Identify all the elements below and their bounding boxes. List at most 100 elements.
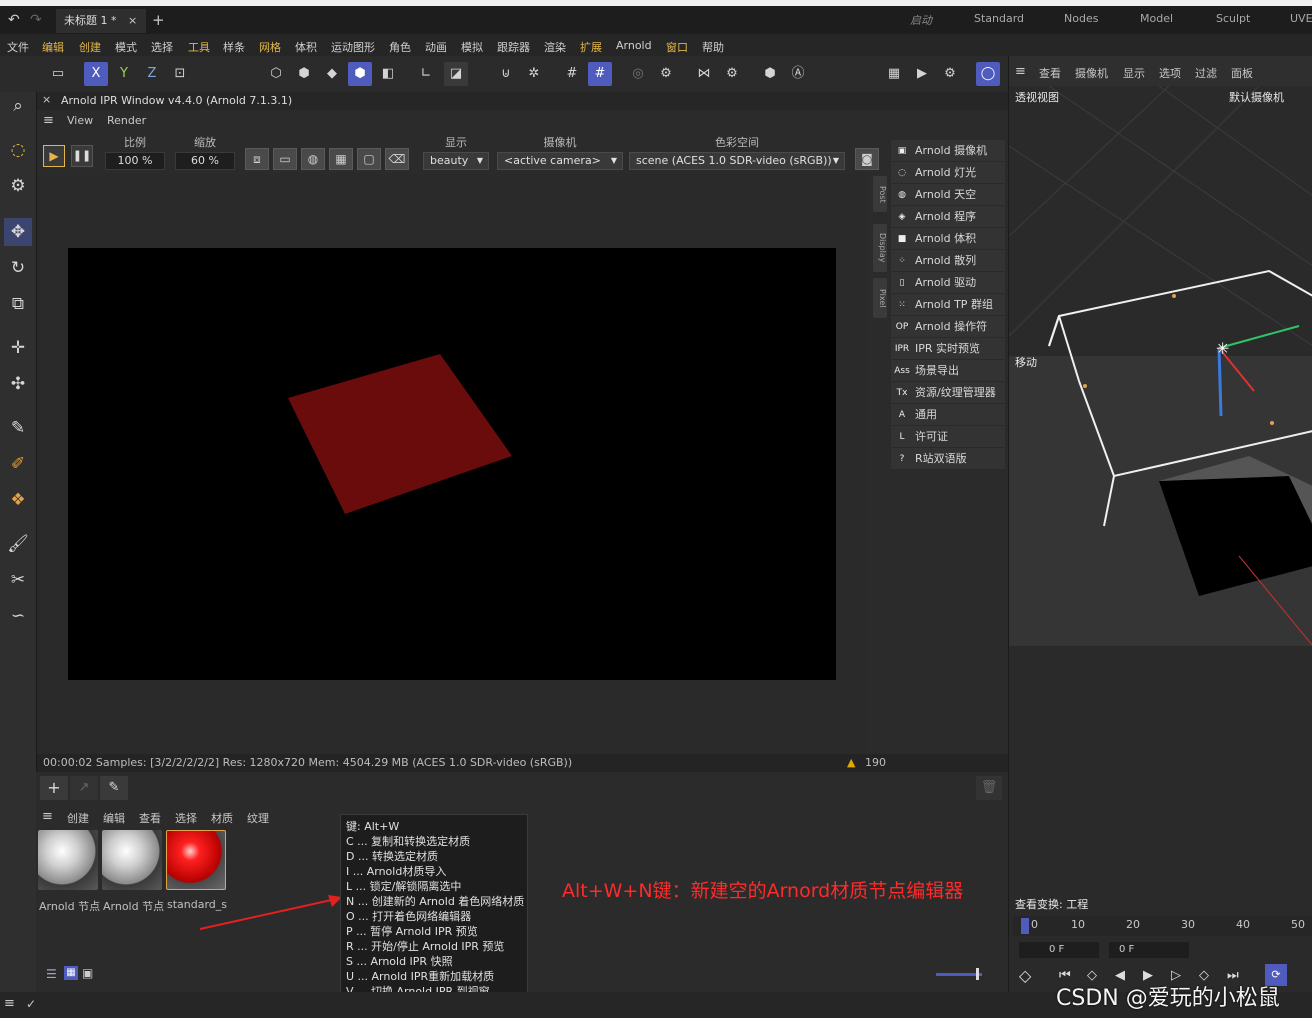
fit-view-icon[interactable]: ▭ — [273, 148, 297, 170]
edges-mode-icon[interactable]: ⬢ — [292, 62, 316, 86]
close-ipr-icon[interactable]: × — [42, 93, 51, 106]
popup-item[interactable]: C ... 复制和转换选定材质 — [346, 833, 470, 849]
arnold-menu-item[interactable]: ▣ Arnold 摄像机 — [891, 140, 1005, 162]
add-icon[interactable]: + — [40, 776, 68, 800]
frame-view-icon[interactable]: ▢ — [357, 148, 381, 170]
menu-edit[interactable]: 编辑 — [42, 39, 64, 55]
uv-mode-icon[interactable]: ◧ — [376, 62, 400, 86]
coordinate-system-icon[interactable]: ⊡ — [168, 62, 192, 86]
popup-item[interactable]: O ... 打开着色网络编辑器 — [346, 908, 471, 924]
y-axis-button[interactable]: Y — [112, 62, 136, 86]
axis-mode-icon[interactable]: ∟ — [414, 62, 438, 86]
render-settings-icon[interactable]: ⚙ — [654, 62, 678, 86]
render-view-icon[interactable]: ▦ — [882, 62, 906, 86]
display-dropdown[interactable]: beauty ▼ — [423, 152, 489, 170]
render-settings-clap-icon[interactable]: ⚙ — [938, 62, 962, 86]
search-icon[interactable]: ⌕ — [4, 92, 32, 120]
grid-view-icon[interactable]: ▦ — [329, 148, 353, 170]
timeline-playhead[interactable] — [1021, 918, 1029, 934]
mat-menu-material[interactable]: 材质 — [211, 810, 233, 826]
frame-field-b[interactable]: 0 F — [1109, 942, 1189, 958]
crop-region-icon[interactable]: ⧈ — [245, 148, 269, 170]
workplane-snap-icon[interactable]: # — [588, 62, 612, 86]
mat-menu-create[interactable]: 创建 — [67, 810, 89, 826]
arnold-menu-item[interactable]: OP Arnold 操作符 — [891, 316, 1005, 338]
move-gear-icon[interactable]: ⚙ — [4, 172, 32, 200]
menu-animate[interactable]: 动画 — [425, 39, 447, 55]
eyedropper-icon[interactable]: ✎ — [100, 776, 128, 800]
arnold-menu-item[interactable]: ▯ Arnold 驱动 — [891, 272, 1005, 294]
popup-item[interactable]: R ... 开始/停止 Arnold IPR 预览 — [346, 938, 504, 954]
menu-character[interactable]: 角色 — [389, 39, 411, 55]
arnold-menu-item[interactable]: Ass 场景导出 — [891, 360, 1005, 382]
menu-render[interactable]: 渲染 — [544, 39, 566, 55]
arrow-icon[interactable]: ↗ — [70, 776, 98, 800]
magnet-icon[interactable]: ⊍ — [494, 62, 518, 86]
points-mode-icon[interactable]: ⬡ — [264, 62, 288, 86]
ipr-menu-render[interactable]: Render — [107, 114, 146, 127]
scale-tool-icon[interactable]: ⧉ — [4, 290, 32, 318]
arnold-menu-item[interactable]: ⁙ Arnold TP 群组 — [891, 294, 1005, 316]
material-swatch-2[interactable] — [102, 830, 162, 890]
menu-volume[interactable]: 体积 — [295, 39, 317, 55]
arnold-a-icon[interactable]: Ⓐ — [786, 62, 810, 86]
popup-item[interactable]: P ... 暂停 Arnold IPR 预览 — [346, 923, 478, 939]
frame-field-a[interactable]: 0 F — [1019, 942, 1099, 958]
document-tab[interactable]: 未标题 1 * × — [56, 9, 146, 33]
popup-item[interactable]: S ... Arnold IPR 快照 — [346, 953, 453, 969]
mat-menu-edit[interactable]: 编辑 — [103, 810, 125, 826]
arnold-menu-item[interactable]: A 通用 — [891, 404, 1005, 426]
camera-name[interactable]: 默认摄像机 — [1229, 89, 1284, 105]
spline-pen-icon[interactable]: ✎ — [4, 414, 32, 442]
new-tab-icon[interactable]: + — [152, 11, 165, 29]
menu-arnold[interactable]: Arnold — [616, 39, 652, 52]
timeline-ruler[interactable]: 0 10 20 30 40 50 — [1013, 916, 1312, 936]
popup-item[interactable]: L ... 锁定/解锁隔离选中 — [346, 878, 461, 894]
side-tab-display[interactable]: Display — [873, 224, 887, 272]
popup-item[interactable]: I ... Arnold材质导入 — [346, 863, 446, 879]
vp-menu-filter[interactable]: 过滤 — [1195, 65, 1217, 81]
menu-tracker[interactable]: 跟踪器 — [497, 39, 530, 55]
colorspace-dropdown[interactable]: scene (ACES 1.0 SDR-video (sRGB)) ▼ — [629, 152, 845, 170]
arnold-menu-item[interactable]: ⁘ Arnold 散列 — [891, 250, 1005, 272]
menu-help[interactable]: 帮助 — [702, 39, 724, 55]
menu-tools[interactable]: 工具 — [188, 39, 210, 55]
material-swatch-3[interactable] — [166, 830, 226, 890]
vp-menu-display[interactable]: 显示 — [1123, 65, 1145, 81]
menu-window[interactable]: 窗口 — [666, 39, 688, 55]
vp-menu-camera[interactable]: 摄像机 — [1075, 65, 1108, 81]
arnold-menu-item[interactable]: ? R站双语版 — [891, 448, 1005, 470]
move-tool-icon[interactable]: ✥ — [4, 218, 32, 246]
hamburger-icon[interactable]: ≡ — [1015, 64, 1026, 79]
menu-select[interactable]: 选择 — [151, 39, 173, 55]
side-tab-pixel[interactable]: Pixel — [873, 278, 887, 318]
menu-file[interactable]: 文件 — [7, 39, 29, 55]
transform-tool-icon[interactable]: ✛ — [4, 334, 32, 362]
keyframe-icon[interactable]: ◇ — [1019, 966, 1031, 985]
layout-model[interactable]: Model — [1140, 12, 1173, 25]
large-view-icon[interactable]: ▣ — [82, 966, 93, 980]
arnold-shape-icon[interactable]: ⬢ — [758, 62, 782, 86]
list-view-icon[interactable]: ☰ — [46, 967, 57, 981]
render-picture-viewer-icon[interactable]: ▶ — [910, 62, 934, 86]
snapshot-camera-icon[interactable]: ◙ — [855, 148, 879, 170]
arnold-menu-item[interactable]: Tx 资源/纹理管理器 — [891, 382, 1005, 404]
z-axis-button[interactable]: Z — [140, 62, 164, 86]
layout-uve[interactable]: UVE — [1290, 12, 1312, 25]
menu-extensions[interactable]: 扩展 — [580, 39, 602, 55]
menu-simulate[interactable]: 模拟 — [461, 39, 483, 55]
menu-mograph[interactable]: 运动图形 — [331, 39, 375, 55]
eraser-icon[interactable]: ⌫ — [385, 148, 409, 170]
menu-create[interactable]: 创建 — [79, 39, 101, 55]
menu-spline[interactable]: 样条 — [223, 39, 245, 55]
mat-menu-texture[interactable]: 纹理 — [247, 810, 269, 826]
vp-menu-panel[interactable]: 面板 — [1231, 65, 1253, 81]
sketch-tool-icon[interactable]: ∽ — [4, 602, 32, 630]
scale-field[interactable]: 100 % — [105, 152, 165, 170]
model-mode-icon[interactable]: ⬢ — [348, 62, 372, 86]
x-axis-button[interactable]: X — [84, 62, 108, 86]
mat-menu-view[interactable]: 查看 — [139, 810, 161, 826]
zoom-field[interactable]: 60 % — [175, 152, 235, 170]
arnold-menu-item[interactable]: ◍ Arnold 天空 — [891, 184, 1005, 206]
viewport-canvas[interactable]: ✳ — [1009, 86, 1312, 646]
